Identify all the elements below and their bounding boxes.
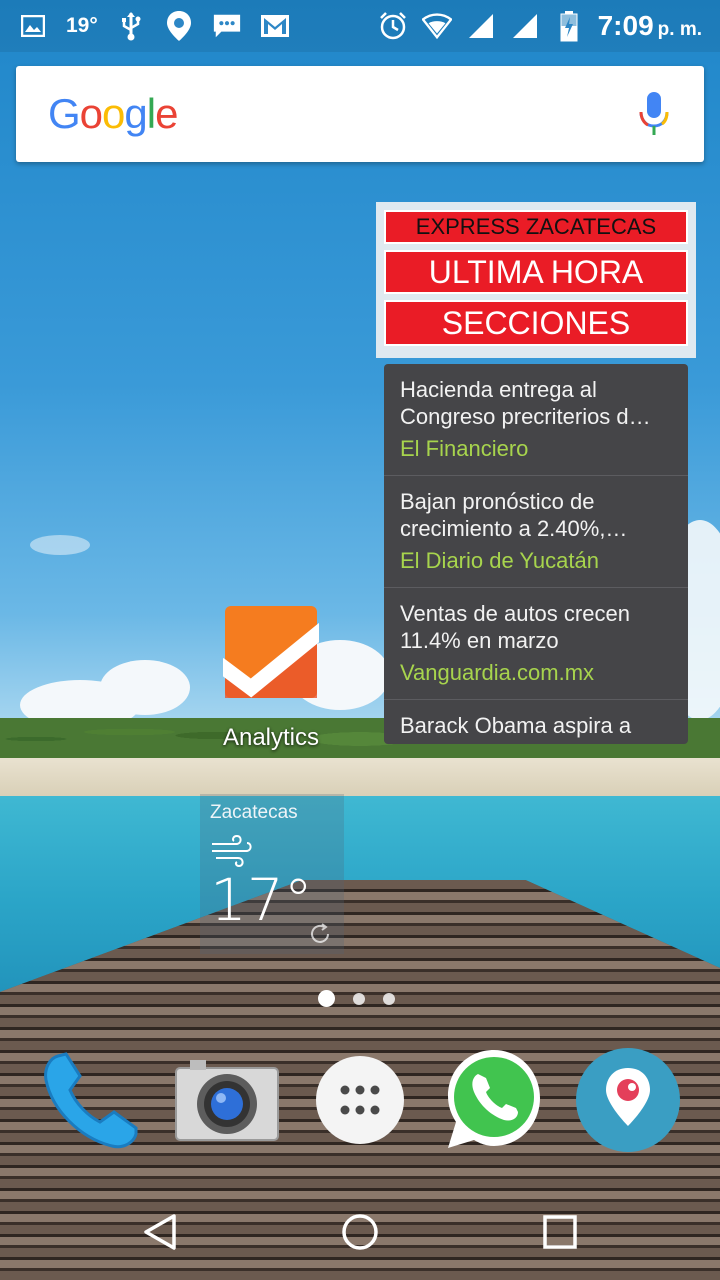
sms-icon bbox=[212, 11, 242, 41]
mic-icon[interactable] bbox=[636, 90, 672, 138]
page-dot bbox=[318, 990, 335, 1007]
phone-icon[interactable] bbox=[36, 1044, 146, 1154]
back-icon[interactable] bbox=[138, 1210, 182, 1254]
page-dot bbox=[353, 992, 365, 1005]
weather-city: Zacatecas bbox=[210, 802, 298, 823]
ultima-hora-button[interactable]: ULTIMA HORA bbox=[384, 250, 688, 294]
google-logo-letter: g bbox=[124, 90, 147, 137]
news-item[interactable]: Barack Obama aspira a bbox=[384, 700, 688, 744]
status-temperature: 19° bbox=[66, 14, 98, 37]
gmail-icon bbox=[260, 11, 290, 41]
news-source: El Financiero bbox=[400, 436, 529, 461]
page-indicator bbox=[318, 990, 395, 1007]
usb-icon bbox=[116, 11, 146, 41]
news-item[interactable]: Hacienda entrega al Congreso precriterio… bbox=[384, 364, 688, 476]
refresh-icon[interactable] bbox=[308, 922, 332, 946]
wind-icon bbox=[210, 834, 334, 868]
google-logo-letter: e bbox=[155, 90, 178, 137]
google-logo: Google bbox=[48, 90, 178, 138]
whatsapp-icon[interactable] bbox=[442, 1044, 552, 1154]
google-search-bar[interactable]: Google bbox=[16, 66, 704, 162]
google-logo-letter: o bbox=[102, 90, 125, 137]
battery-charging-icon bbox=[554, 11, 584, 42]
status-clock: 7:09 p. m. bbox=[597, 10, 702, 41]
news-headline: Bajan pronóstico de crecimiento a 2.40%,… bbox=[400, 489, 628, 541]
news-source: Vanguardia.com.mx bbox=[400, 660, 595, 685]
periscope-icon[interactable] bbox=[574, 1044, 684, 1154]
location-icon bbox=[164, 11, 194, 41]
news-source: El Diario de Yucatán bbox=[400, 548, 599, 573]
page-dot bbox=[383, 992, 395, 1005]
app-drawer-icon[interactable] bbox=[312, 1044, 422, 1154]
google-logo-letter: o bbox=[79, 90, 103, 137]
alarm-icon bbox=[378, 11, 408, 41]
express-zacatecas-button[interactable]: EXPRESS ZACATECAS bbox=[384, 210, 688, 244]
news-headline: Barack Obama aspira a bbox=[400, 713, 632, 738]
secciones-button[interactable]: SECCIONES bbox=[384, 300, 688, 346]
signal-icon bbox=[510, 11, 540, 41]
news-headline: Hacienda entrega al Congreso precriterio… bbox=[400, 377, 651, 429]
weather-widget[interactable]: Zacatecas 17° bbox=[200, 794, 344, 954]
gallery-icon bbox=[18, 11, 48, 41]
camera-icon[interactable] bbox=[172, 1044, 282, 1154]
navigation-bar bbox=[0, 1180, 720, 1280]
news-widget-header: EXPRESS ZACATECAS ULTIMA HORA SECCIONES bbox=[376, 202, 696, 358]
analytics-app[interactable]: Analytics bbox=[206, 600, 336, 760]
google-logo-letter: G bbox=[48, 90, 81, 137]
news-item[interactable]: Ventas de autos crecen 11.4% en marzo Va… bbox=[384, 588, 688, 700]
google-logo-letter: l bbox=[146, 90, 156, 137]
status-bar: 19° 7:09 p. m. bbox=[0, 0, 720, 52]
news-list[interactable]: Hacienda entrega al Congreso precriterio… bbox=[384, 364, 688, 744]
wifi-icon bbox=[421, 11, 452, 41]
dock bbox=[30, 1044, 690, 1154]
analytics-icon bbox=[214, 604, 332, 700]
signal-icon bbox=[466, 11, 496, 41]
news-item[interactable]: Bajan pronóstico de crecimiento a 2.40%,… bbox=[384, 476, 688, 588]
recents-icon[interactable] bbox=[538, 1210, 582, 1254]
home-icon[interactable] bbox=[338, 1210, 382, 1254]
news-headline: Ventas de autos crecen 11.4% en marzo bbox=[400, 601, 630, 653]
analytics-label: Analytics bbox=[222, 724, 320, 751]
